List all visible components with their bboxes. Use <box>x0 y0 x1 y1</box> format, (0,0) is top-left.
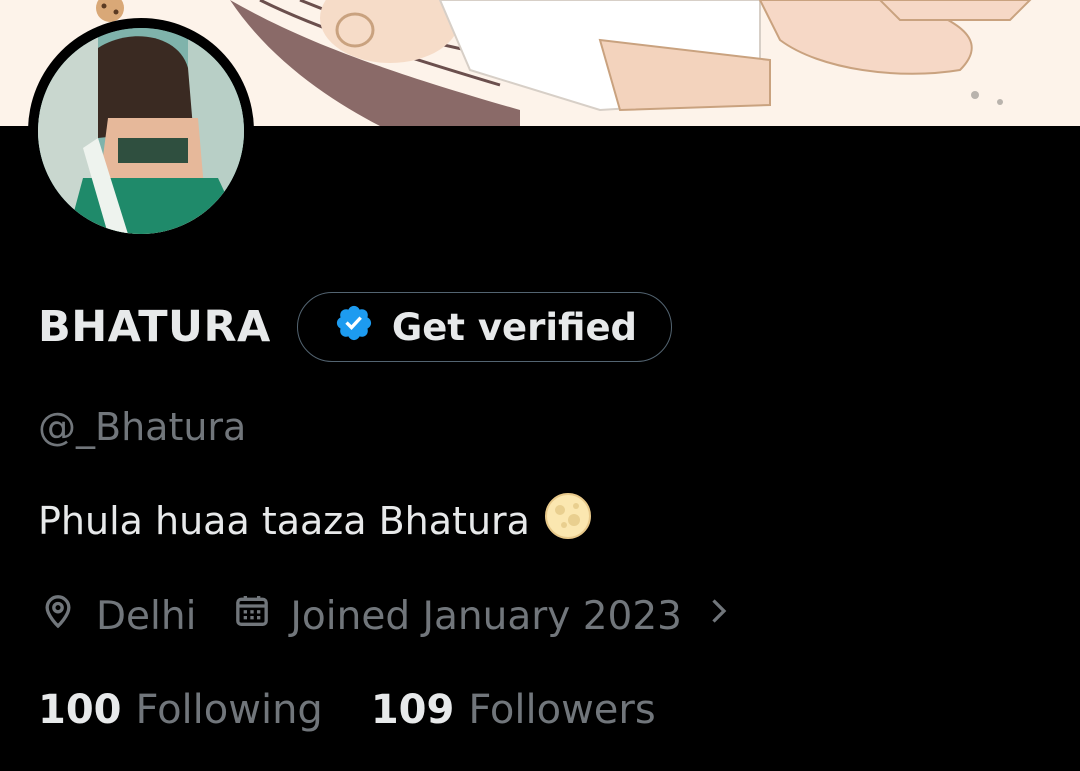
following-link[interactable]: 100 Following <box>38 687 323 733</box>
get-verified-button[interactable]: Get verified <box>296 292 673 362</box>
profile-bio: Phula huaa taaza Bhatura <box>38 492 592 549</box>
follow-stats: 100 Following 109 Followers <box>38 682 656 738</box>
location: Delhi <box>38 591 196 641</box>
avatar[interactable] <box>28 18 254 244</box>
profile-meta: Delhi Joined January 2023 <box>38 588 736 644</box>
join-date[interactable]: Joined January 2023 <box>232 591 736 641</box>
bio-text: Phula huaa taaza Bhatura <box>38 498 530 543</box>
name-row: BHATURA Get verified <box>38 290 673 364</box>
display-name: BHATURA <box>38 302 271 352</box>
profile-handle: @_Bhatura <box>38 405 247 449</box>
following-count: 100 <box>38 687 122 733</box>
following-label: Following <box>135 687 323 733</box>
location-text: Delhi <box>96 593 197 639</box>
avatar-image <box>38 28 244 234</box>
full-moon-icon <box>544 492 592 549</box>
verified-badge-icon <box>334 303 374 352</box>
get-verified-label: Get verified <box>391 305 638 349</box>
calendar-icon <box>232 591 272 641</box>
location-pin-icon <box>38 591 78 641</box>
followers-label: Followers <box>468 687 656 733</box>
chevron-right-icon[interactable] <box>700 593 736 639</box>
followers-count: 109 <box>370 687 455 733</box>
followers-link[interactable]: 109 Followers <box>371 687 656 733</box>
join-date-text: Joined January 2023 <box>290 593 682 639</box>
